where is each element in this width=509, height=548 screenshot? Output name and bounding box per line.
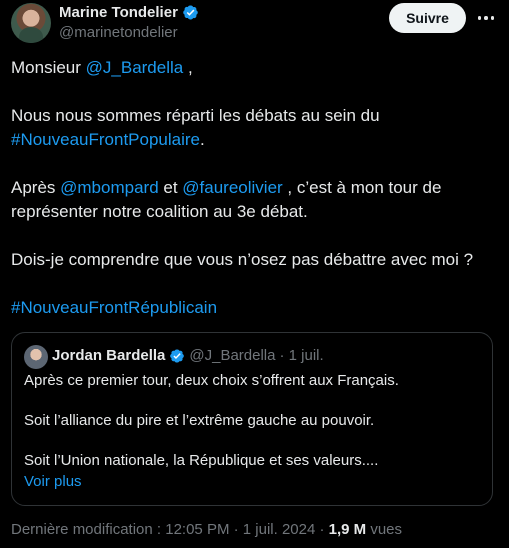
author-avatar[interactable] bbox=[11, 3, 51, 43]
quoted-author-avatar[interactable] bbox=[24, 345, 48, 369]
author-handle[interactable]: @marinetondelier bbox=[59, 24, 178, 41]
show-more-link[interactable]: Voir plus bbox=[24, 473, 82, 490]
author-name[interactable]: Marine Tondelier bbox=[59, 4, 178, 21]
mention-link[interactable]: @faureolivier bbox=[182, 178, 282, 197]
tweet-line: représenter notre coalition au 3e débat. bbox=[11, 202, 308, 221]
views-label: vues bbox=[366, 521, 403, 538]
tweet-text-segment: . bbox=[200, 130, 205, 149]
tweet-header: Marine Tondelier @marinetondelier Suivre bbox=[11, 3, 501, 43]
tweet-footer: Dernière modification : 12:05 PM · 1 jui… bbox=[11, 521, 402, 538]
verified-badge-icon bbox=[170, 348, 185, 363]
quoted-line: Après ce premier tour, deux choix s’offr… bbox=[24, 372, 399, 389]
tweet-text-segment: , bbox=[183, 58, 193, 77]
hashtag-link[interactable]: #NouveauFrontPopulaire bbox=[11, 130, 200, 149]
tweet-text-segment: Après bbox=[11, 178, 61, 197]
follow-button[interactable]: Suivre bbox=[389, 3, 466, 33]
tweet-text-segment: Monsieur bbox=[11, 58, 86, 77]
quoted-header: Jordan Bardella @J_Bardella · 1 juil. bbox=[52, 347, 324, 364]
more-options-icon[interactable] bbox=[474, 7, 498, 29]
tweet-text-segment: , c’est à mon tour de bbox=[282, 178, 442, 197]
quoted-author-handle: @J_Bardella bbox=[189, 347, 276, 364]
tweet-body: Monsieur @J_Bardella , Nous nous sommes … bbox=[11, 56, 499, 320]
quoted-author-name[interactable]: Jordan Bardella bbox=[52, 347, 165, 364]
tweet-line: Dois-je comprendre que vous n’osez pas d… bbox=[11, 250, 474, 269]
quoted-tweet[interactable]: Jordan Bardella @J_Bardella · 1 juil. Ap… bbox=[11, 332, 493, 506]
tweet-line: Nous nous sommes réparti les débats au s… bbox=[11, 106, 380, 125]
tweet-line: #NouveauFrontPopulaire. bbox=[11, 128, 499, 152]
tweet-line: Monsieur @J_Bardella , bbox=[11, 56, 499, 80]
tweet-line: Après @mbompard et @faureolivier , c’est… bbox=[11, 176, 499, 200]
quoted-date: · 1 juil. bbox=[279, 347, 324, 364]
mention-link[interactable]: @J_Bardella bbox=[86, 58, 184, 77]
quoted-line: Soit l’Union nationale, la République et… bbox=[24, 452, 379, 469]
mention-link[interactable]: @mbompard bbox=[60, 178, 159, 197]
quoted-body: Après ce premier tour, deux choix s’offr… bbox=[24, 371, 399, 471]
tweet-text-segment: et bbox=[158, 178, 183, 197]
author-name-row: Marine Tondelier bbox=[59, 4, 199, 21]
tweet-line: #NouveauFrontRépublicain bbox=[11, 296, 499, 320]
edited-timestamp[interactable]: Dernière modification : 12:05 PM · 1 jui… bbox=[11, 521, 329, 538]
quoted-line: Soit l’alliance du pire et l’extrême gau… bbox=[24, 412, 375, 429]
hashtag-link[interactable]: #NouveauFrontRépublicain bbox=[11, 298, 217, 317]
views-count: 1,9 M bbox=[328, 521, 367, 538]
verified-badge-icon[interactable] bbox=[182, 4, 199, 21]
